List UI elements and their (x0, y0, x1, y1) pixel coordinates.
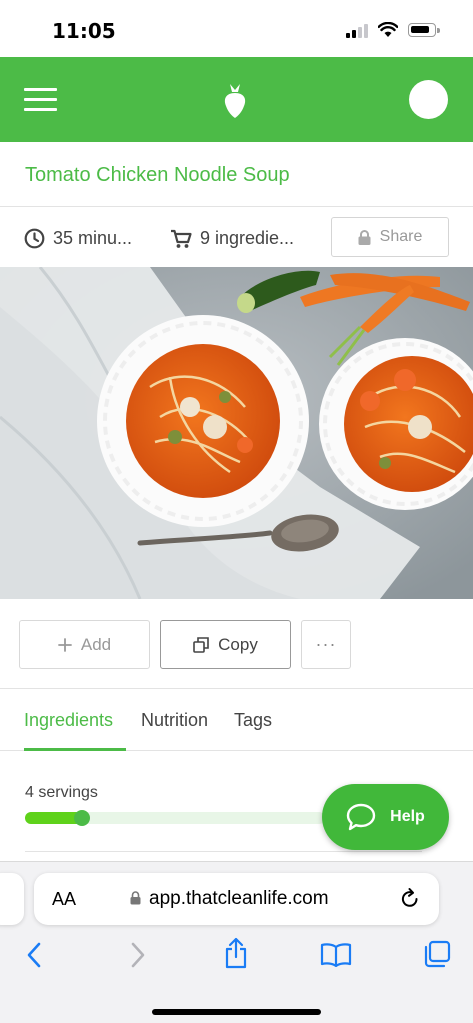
text-size-button[interactable]: AA (52, 889, 76, 910)
more-options-button[interactable]: ··· (301, 620, 351, 669)
servings-label: 4 servings (25, 784, 98, 801)
status-bar: 11:05 (0, 0, 473, 57)
title-row: Tomato Chicken Noodle Soup (0, 142, 473, 207)
copy-icon (193, 636, 209, 653)
cellular-signal-icon (346, 24, 370, 38)
clock-icon (24, 228, 45, 249)
page-title: Tomato Chicken Noodle Soup (25, 164, 290, 186)
url-text: app.thatcleanlife.com (149, 888, 329, 909)
bookmarks-icon[interactable] (320, 943, 352, 967)
shopping-cart-icon (171, 229, 192, 248)
carrot-logo-icon[interactable] (222, 81, 248, 119)
tab-nutrition[interactable]: Nutrition (141, 710, 208, 731)
action-row: Add Copy ··· (0, 599, 473, 689)
reload-icon[interactable] (400, 887, 420, 909)
address-bar[interactable]: AA app.thatcleanlife.com (34, 873, 439, 925)
help-button[interactable]: Help (322, 784, 449, 850)
avatar[interactable] (409, 80, 448, 119)
recipe-meta-row: 35 minu... 9 ingredie... Share (0, 207, 473, 267)
ingredient-count-label: 9 ingredie... (200, 228, 295, 248)
add-label: Add (80, 634, 112, 654)
plus-icon (57, 637, 72, 652)
lock-icon (358, 229, 371, 245)
back-icon[interactable] (26, 942, 42, 968)
recipe-tabs: Ingredients Nutrition Tags (0, 689, 473, 751)
home-indicator (152, 1009, 321, 1015)
tabs-icon[interactable] (423, 940, 451, 968)
wifi-icon (378, 22, 398, 37)
more-options-icon: ··· (315, 634, 337, 654)
browser-toolbar: AA app.thatcleanlife.com (0, 861, 473, 1023)
divider (25, 851, 422, 852)
add-button[interactable]: Add (19, 620, 150, 669)
share-sheet-icon[interactable] (224, 937, 248, 969)
recipe-photo (0, 267, 473, 599)
battery-icon (408, 23, 436, 37)
help-label: Help (390, 808, 425, 825)
chat-bubble-icon (346, 803, 376, 831)
app-header (0, 57, 473, 142)
previous-tab-preview[interactable] (0, 873, 24, 925)
hamburger-menu-icon[interactable] (24, 88, 57, 112)
tab-ingredients[interactable]: Ingredients (24, 710, 113, 731)
ingredient-count: 9 ingredie... (170, 228, 294, 249)
status-time: 11:05 (52, 19, 116, 43)
cook-time: 35 minu... (24, 228, 132, 249)
share-button[interactable]: Share (331, 217, 449, 257)
copy-label: Copy (218, 634, 258, 654)
cook-time-label: 35 minu... (53, 228, 133, 248)
share-label: Share (379, 228, 423, 245)
forward-icon[interactable] (130, 942, 146, 968)
copy-button[interactable]: Copy (160, 620, 291, 669)
servings-slider-thumb[interactable] (74, 810, 90, 826)
lock-icon (130, 891, 141, 905)
tab-tags[interactable]: Tags (234, 710, 272, 731)
